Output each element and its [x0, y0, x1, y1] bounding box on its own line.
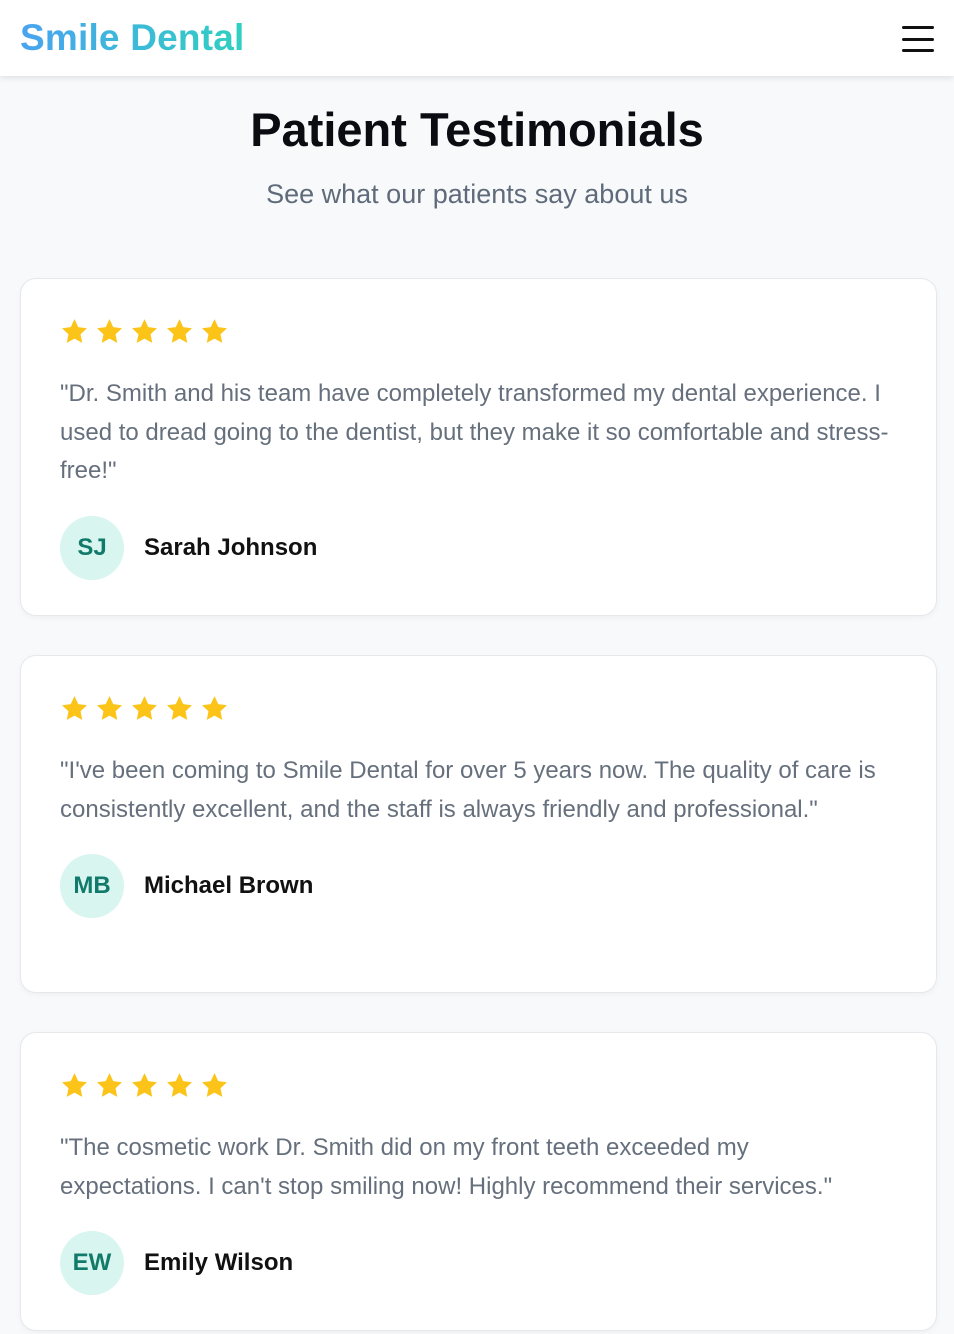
star-icon — [202, 319, 227, 343]
page-subtitle: See what our patients say about us — [266, 179, 688, 209]
star-icon — [97, 319, 122, 343]
star-icon — [97, 696, 122, 720]
testimonials-header: Patient Testimonials See what our patien… — [0, 100, 954, 211]
author-name: Emily Wilson — [144, 1249, 294, 1276]
star-rating — [60, 317, 897, 347]
brand-logo[interactable]: Smile Dental — [20, 17, 244, 59]
star-icon — [62, 696, 87, 720]
star-icon — [202, 696, 227, 720]
star-icon — [167, 696, 192, 720]
author-name: Michael Brown — [144, 872, 314, 899]
star-icon — [132, 1073, 157, 1097]
star-icon — [97, 1073, 122, 1097]
star-icon — [132, 696, 157, 720]
navbar: Smile Dental — [0, 0, 954, 76]
star-rating — [60, 1071, 897, 1101]
author-name: Sarah Johnson — [144, 533, 318, 561]
testimonial-card: "I've been coming to Smile Dental for ov… — [20, 655, 937, 993]
star-icon — [132, 319, 157, 343]
avatar: EW — [60, 1231, 124, 1295]
testimonial-author: SJ Sarah Johnson — [60, 515, 897, 580]
testimonial-author: EW Emily Wilson — [60, 1231, 897, 1295]
testimonial-card: "The cosmetic work Dr. Smith did on my f… — [20, 1032, 937, 1331]
star-icon — [202, 1073, 227, 1097]
star-rating — [60, 694, 897, 724]
testimonial-author: MB Michael Brown — [60, 854, 897, 918]
testimonial-quote: "The cosmetic work Dr. Smith did on my f… — [60, 1134, 833, 1200]
hamburger-menu-icon[interactable] — [902, 26, 934, 52]
avatar: SJ — [60, 515, 124, 580]
avatar: MB — [60, 854, 124, 918]
star-icon — [167, 319, 192, 343]
testimonial-quote: "Dr. Smith and his team have completely … — [60, 380, 889, 484]
star-icon — [62, 319, 87, 343]
testimonial-card: "Dr. Smith and his team have completely … — [20, 278, 937, 616]
testimonial-quote: "I've been coming to Smile Dental for ov… — [60, 757, 876, 823]
star-icon — [167, 1073, 192, 1097]
page-title: Patient Testimonials — [250, 103, 704, 156]
star-icon — [62, 1073, 87, 1097]
